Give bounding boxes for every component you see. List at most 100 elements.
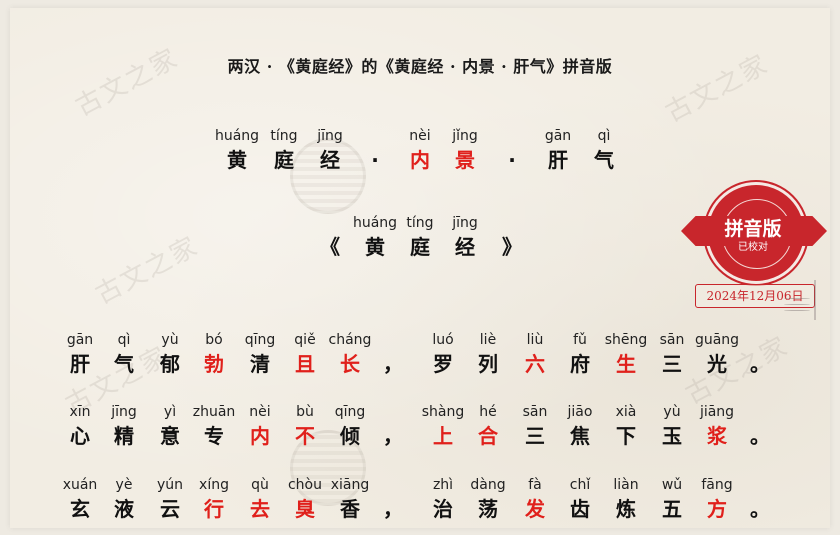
hanzi: 肝 [70, 352, 90, 376]
pinyin: qì [117, 332, 131, 348]
pinyin: sān [522, 404, 548, 420]
char-cell: jǐng 景 [442, 126, 488, 174]
hanzi: 。 [750, 424, 770, 448]
hanzi: 上 [433, 424, 453, 448]
char-cell: gān 肝 [57, 330, 103, 378]
char-cell: · [489, 126, 535, 174]
hanzi: 府 [570, 352, 590, 376]
pinyin: nèi [249, 404, 271, 420]
text-line: gān 肝 qì 气 yù 郁 bó 勃 qīng 清 qiě 且 cháng 长 ， luó 罗 liè 列 liù… [0, 330, 840, 390]
char-cell: fāng 方 [694, 475, 740, 523]
char-cell: jīng 精 [101, 402, 147, 450]
char-cell: huáng 黄 [214, 126, 260, 174]
pinyin: jǐng [452, 128, 478, 144]
hanzi: 气 [594, 148, 614, 172]
hanzi: 行 [204, 497, 224, 521]
page-title: 两汉 · 《黄庭经》的《黄庭经 · 内景 · 肝气》拼音版 [227, 57, 613, 76]
char-cell: tíng 庭 [397, 213, 443, 261]
pinyin: xià [615, 404, 637, 420]
hanzi: 且 [295, 352, 315, 376]
pinyin: xíng [199, 477, 229, 493]
hanzi: 下 [616, 424, 636, 448]
hanzi: 方 [707, 497, 727, 521]
pinyin [489, 213, 535, 233]
char-cell: 。 [737, 330, 783, 378]
char-cell: liè 列 [465, 330, 511, 378]
hanzi: 云 [160, 497, 180, 521]
hanzi: 齿 [570, 497, 590, 521]
pinyin: jīng [111, 404, 137, 420]
char-cell: xīn 心 [57, 402, 103, 450]
hanzi: 玉 [662, 424, 682, 448]
hanzi: 经 [455, 235, 475, 259]
pinyin: yún [156, 477, 184, 493]
pinyin [370, 475, 416, 495]
pinyin: zhì [432, 477, 454, 493]
char-cell: qì 气 [101, 330, 147, 378]
pinyin: liè [479, 332, 497, 348]
hanzi: 三 [662, 352, 682, 376]
char-cell: qīng 清 [237, 330, 283, 378]
hanzi: 。 [750, 497, 770, 521]
hanzi: ， [383, 497, 403, 521]
hanzi: 意 [160, 424, 180, 448]
char-cell: yè 液 [101, 475, 147, 523]
char-cell: bó 勃 [191, 330, 237, 378]
char-cell: yù 玉 [649, 402, 695, 450]
hanzi: 庭 [410, 235, 430, 259]
hanzi: 六 [525, 352, 545, 376]
pinyin: qīng [244, 332, 276, 348]
hanzi: 勃 [204, 352, 224, 376]
pinyin: tíng [406, 215, 434, 231]
char-cell: xiāng 香 [327, 475, 373, 523]
pinyin: sān [659, 332, 685, 348]
pinyin: shàng [421, 404, 465, 420]
hanzi: 专 [204, 424, 224, 448]
pinyin: shēng [604, 332, 648, 348]
char-cell: nèi 内 [237, 402, 283, 450]
pinyin: huáng [352, 215, 398, 231]
char-cell: dàng 荡 [465, 475, 511, 523]
text-line: xuán 玄 yè 液 yún 云 xíng 行 qù 去 chòu 臭 xiāng 香 ， zhì 治 dàng… [0, 475, 840, 535]
pinyin: qù [251, 477, 269, 493]
hanzi: · [508, 148, 516, 172]
hanzi: · [371, 148, 379, 172]
char-cell: fǔ 府 [557, 330, 603, 378]
char-cell: qīng 倾 [327, 402, 373, 450]
hanzi: 列 [478, 352, 498, 376]
char-cell: guāng 光 [694, 330, 740, 378]
char-cell: xuán 玄 [57, 475, 103, 523]
pinyin [370, 402, 416, 422]
pinyin: qiě [294, 332, 316, 348]
pinyin: jīng [452, 215, 478, 231]
pinyin: cháng [328, 332, 372, 348]
pinyin: xiāng [330, 477, 370, 493]
hanzi: ， [383, 352, 403, 376]
hanzi: 庭 [274, 148, 294, 172]
char-cell: shēng 生 [603, 330, 649, 378]
char-cell: hé 合 [465, 402, 511, 450]
pinyin: gān [66, 332, 94, 348]
char-cell: nèi 内 [397, 126, 443, 174]
hanzi: 》 [502, 235, 522, 259]
hanzi: ， [383, 424, 403, 448]
pinyin: fà [528, 477, 542, 493]
pinyin: bù [296, 404, 314, 420]
hanzi: 郁 [160, 352, 180, 376]
pinyin: yù [663, 404, 681, 420]
hanzi: 臭 [295, 497, 315, 521]
pinyin: yè [115, 477, 133, 493]
char-cell: jiāng 浆 [694, 402, 740, 450]
char-cell: ， [370, 330, 416, 378]
pinyin [737, 475, 783, 495]
char-cell: zhuān 专 [191, 402, 237, 450]
stamp-sub-text: 已校对 [738, 242, 768, 253]
pinyin: qì [597, 128, 611, 144]
hanzi: 荡 [478, 497, 498, 521]
hanzi: 治 [433, 497, 453, 521]
hanzi: 不 [295, 424, 315, 448]
hanzi: 三 [525, 424, 545, 448]
hanzi: 五 [662, 497, 682, 521]
char-cell: jīng 经 [442, 213, 488, 261]
hanzi: 长 [340, 352, 360, 376]
